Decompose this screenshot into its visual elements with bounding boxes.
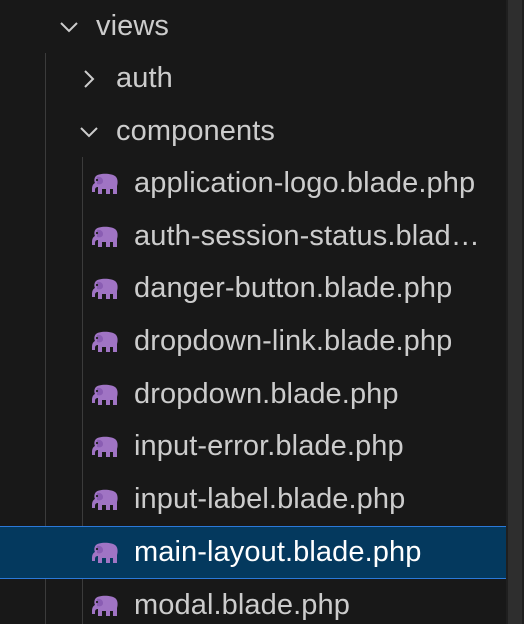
file-label: dropdown.blade.php <box>134 378 399 410</box>
folder-auth[interactable]: auth <box>0 52 524 105</box>
file-item[interactable]: modal.blade.php <box>0 579 524 624</box>
file-item[interactable]: input-label.blade.php <box>0 473 524 526</box>
file-item[interactable]: input-error.blade.php <box>0 420 524 473</box>
file-label: auth-session-status.blad… <box>134 220 480 252</box>
file-label: input-label.blade.php <box>134 483 406 515</box>
file-item[interactable]: auth-session-status.blad… <box>0 210 524 263</box>
file-label: input-error.blade.php <box>134 430 404 462</box>
folder-components[interactable]: components <box>0 105 524 158</box>
file-item[interactable]: danger-button.blade.php <box>0 262 524 315</box>
file-item-selected[interactable]: main-layout.blade.php <box>0 526 524 579</box>
file-item[interactable]: application-logo.blade.php <box>0 157 524 210</box>
chevron-down-icon <box>78 121 100 143</box>
php-elephant-icon <box>89 540 121 566</box>
php-elephant-icon <box>89 434 121 460</box>
file-explorer-tree: views auth components application-logo.b… <box>0 0 524 624</box>
folder-label: components <box>116 115 275 147</box>
file-label: dropdown-link.blade.php <box>134 325 453 357</box>
php-elephant-icon <box>89 382 121 408</box>
file-label: application-logo.blade.php <box>134 167 476 199</box>
folder-views[interactable]: views <box>0 0 524 53</box>
php-elephant-icon <box>89 593 121 619</box>
folder-label: views <box>96 10 170 42</box>
file-label: main-layout.blade.php <box>134 536 422 568</box>
php-elephant-icon <box>89 487 121 513</box>
php-elephant-icon <box>89 224 121 250</box>
chevron-down-icon <box>58 16 80 38</box>
chevron-right-icon <box>78 68 100 90</box>
file-item[interactable]: dropdown.blade.php <box>0 368 524 421</box>
php-elephant-icon <box>89 276 121 302</box>
folder-label: auth <box>116 62 173 94</box>
php-elephant-icon <box>89 329 121 355</box>
file-item[interactable]: dropdown-link.blade.php <box>0 315 524 368</box>
file-label: danger-button.blade.php <box>134 272 453 304</box>
file-label: modal.blade.php <box>134 589 350 621</box>
vertical-scrollbar[interactable] <box>506 0 524 624</box>
scrollbar-thumb[interactable] <box>508 0 522 624</box>
php-elephant-icon <box>89 171 121 197</box>
